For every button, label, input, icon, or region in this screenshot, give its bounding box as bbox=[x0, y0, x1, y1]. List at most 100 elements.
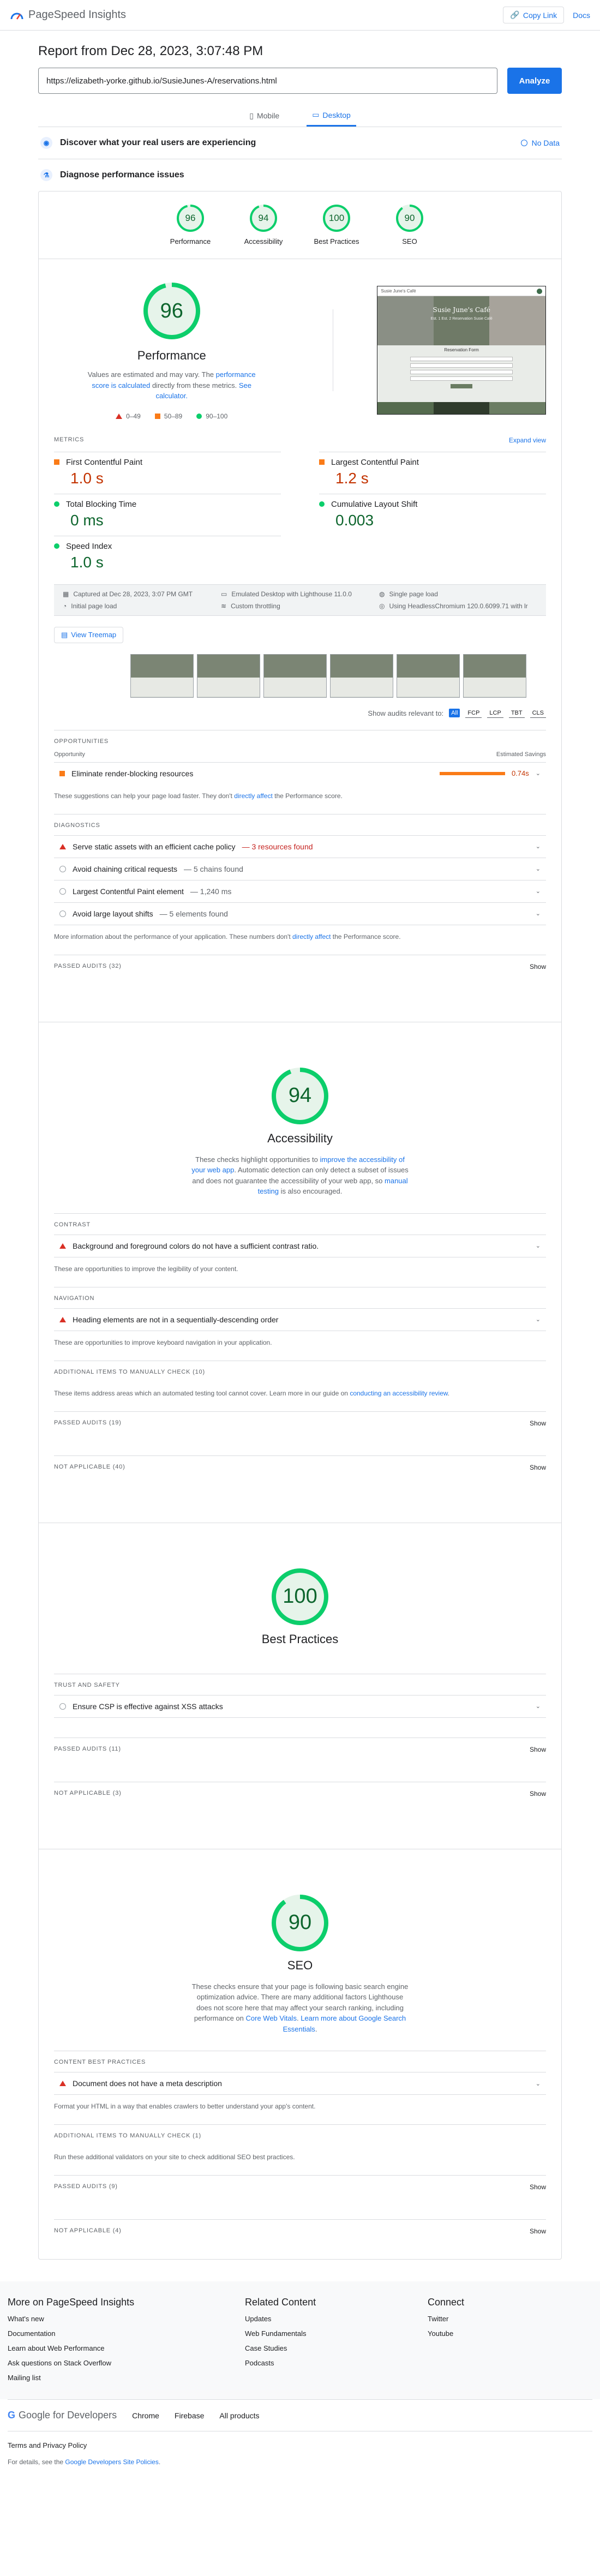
footer-link-web-performance[interactable]: Learn about Web Performance bbox=[8, 2344, 245, 2352]
trust-title: TRUST AND SAFETY bbox=[54, 1673, 546, 1695]
fail-triangle-icon bbox=[59, 1316, 66, 1322]
pass-circle-icon bbox=[319, 501, 325, 507]
tab-desktop[interactable]: ▭ Desktop bbox=[307, 107, 356, 127]
footer-link-twitter[interactable]: Twitter bbox=[428, 2315, 592, 2323]
average-square-icon bbox=[59, 770, 65, 776]
filter-chip-fcp[interactable]: FCP bbox=[465, 709, 482, 718]
env-text: Custom throttling bbox=[231, 602, 280, 610]
filter-chip-cls[interactable]: CLS bbox=[530, 709, 546, 718]
metric-name: First Contentful Paint bbox=[66, 457, 143, 467]
audit-title: Largest Contentful Paint element bbox=[73, 886, 184, 896]
brand[interactable]: PageSpeed Insights bbox=[10, 9, 126, 21]
footer-link-case-studies[interactable]: Case Studies bbox=[245, 2344, 428, 2352]
performance-score-panel: 96 Performance Values are estimated and … bbox=[54, 281, 289, 420]
filter-chip-tbt[interactable]: TBT bbox=[508, 709, 525, 718]
footer-link-updates[interactable]: Updates bbox=[245, 2315, 428, 2323]
product-chrome[interactable]: Chrome bbox=[132, 2411, 159, 2420]
analyze-button[interactable]: Analyze bbox=[507, 68, 562, 94]
info-circle-icon bbox=[59, 865, 66, 872]
footer-link-youtube[interactable]: Youtube bbox=[428, 2329, 592, 2338]
view-treemap-button[interactable]: ▤ View Treemap bbox=[54, 626, 124, 643]
footer-link-web-fundamentals[interactable]: Web Fundamentals bbox=[245, 2329, 428, 2338]
info-circle-icon bbox=[520, 140, 527, 146]
gauge-seo[interactable]: 90 SEO bbox=[385, 203, 434, 245]
filter-chip-all[interactable]: All bbox=[449, 709, 460, 717]
gauge-label: Performance bbox=[170, 237, 211, 245]
navigation-title: NAVIGATION bbox=[54, 1286, 546, 1308]
tab-mobile[interactable]: ▯ Mobile bbox=[244, 107, 285, 127]
search-essentials-link[interactable]: Learn more about Google Search Essential… bbox=[283, 2014, 406, 2033]
footer-link-podcasts[interactable]: Podcasts bbox=[245, 2359, 428, 2367]
gauge-best-practices[interactable]: 100 Best Practices bbox=[312, 203, 361, 245]
note-text-2: the Performance score. bbox=[272, 792, 343, 800]
audit-csp[interactable]: Ensure CSP is effective against XSS atta… bbox=[54, 1694, 546, 1718]
footer-link-whats-new[interactable]: What's new bbox=[8, 2315, 245, 2323]
site-policies-link[interactable]: Google Developers Site Policies bbox=[65, 2458, 158, 2466]
directly-affect-link[interactable]: directly affect bbox=[292, 933, 331, 940]
audit-heading-order[interactable]: Heading elements are not in a sequential… bbox=[54, 1308, 546, 1331]
docs-link[interactable]: Docs bbox=[573, 11, 590, 20]
product-all[interactable]: All products bbox=[219, 2411, 259, 2420]
a11y-passed-audits[interactable]: PASSED AUDITS (19) Show bbox=[54, 1411, 546, 1435]
bp-passed-audits[interactable]: PASSED AUDITS (11) Show bbox=[54, 1737, 546, 1761]
metric-label: Largest Contentful Paint bbox=[319, 458, 546, 467]
google-developers-logo[interactable]: G Google for Developers bbox=[8, 2410, 117, 2421]
gauge-label: SEO bbox=[402, 237, 417, 245]
audit-layout-shifts[interactable]: Avoid large layout shifts — 5 elements f… bbox=[54, 902, 546, 925]
audit-render-blocking[interactable]: Eliminate render-blocking resources 0.74… bbox=[54, 762, 546, 784]
core-web-vitals-link[interactable]: Core Web Vitals bbox=[246, 2014, 297, 2022]
show-button[interactable]: Show bbox=[530, 2183, 546, 2191]
perf-passed-audits[interactable]: PASSED AUDITS (32) Show bbox=[54, 954, 546, 978]
footer-link-documentation[interactable]: Documentation bbox=[8, 2329, 245, 2338]
treemap-label: View Treemap bbox=[71, 631, 117, 639]
gauge-performance[interactable]: 96 Performance bbox=[166, 203, 215, 245]
brand-name: Google for Developers bbox=[19, 2410, 117, 2421]
metric-value: 0.003 bbox=[335, 511, 374, 529]
person-icon: ◍ bbox=[379, 590, 385, 598]
show-button[interactable]: Show bbox=[530, 1790, 546, 1798]
env-text: Emulated Desktop with Lighthouse 11.0.0 bbox=[231, 590, 352, 598]
seo-manual-title[interactable]: ADDITIONAL ITEMS TO MANUALLY CHECK (1) bbox=[54, 2124, 546, 2146]
show-button[interactable]: Show bbox=[530, 1419, 546, 1427]
a11y-not-applicable[interactable]: NOT APPLICABLE (40) Show bbox=[54, 1455, 546, 1479]
footer-link-stack-overflow[interactable]: Ask questions on Stack Overflow bbox=[8, 2359, 245, 2367]
bp-not-applicable[interactable]: NOT APPLICABLE (3) Show bbox=[54, 1781, 546, 1805]
audit-critical-requests[interactable]: Avoid chaining critical requests — 5 cha… bbox=[54, 857, 546, 880]
seo-big-gauge: 90 bbox=[270, 1893, 330, 1953]
directly-affect-link[interactable]: directly affect bbox=[234, 792, 272, 800]
users-icon: ◉ bbox=[40, 137, 52, 149]
product-firebase[interactable]: Firebase bbox=[175, 2411, 204, 2420]
content-title: CONTENT BEST PRACTICES bbox=[54, 2051, 546, 2072]
show-button[interactable]: Show bbox=[530, 1464, 546, 1471]
show-button[interactable]: Show bbox=[530, 2227, 546, 2235]
a11y-review-link[interactable]: conducting an accessibility review bbox=[350, 1389, 447, 1397]
gauge-accessibility[interactable]: 94 Accessibility bbox=[239, 203, 288, 245]
no-data-label: No Data bbox=[531, 139, 560, 147]
fail-triangle-icon bbox=[116, 413, 123, 419]
audit-meta-description[interactable]: Document does not have a meta descriptio… bbox=[54, 2072, 546, 2095]
footer-link-mailing-list[interactable]: Mailing list bbox=[8, 2374, 245, 2382]
legend-average: 50–89 bbox=[154, 412, 183, 420]
seo-not-applicable[interactable]: NOT APPLICABLE (4) Show bbox=[54, 2219, 546, 2243]
audit-cache-policy[interactable]: Serve static assets with an efficient ca… bbox=[54, 835, 546, 858]
na-label: NOT APPLICABLE (4) bbox=[54, 2227, 122, 2234]
footer: More on PageSpeed Insights What's new Do… bbox=[0, 2281, 600, 2399]
env-throttling: ≋ Custom throttling bbox=[221, 602, 379, 610]
audit-lcp-element[interactable]: Largest Contentful Paint element — 1,240… bbox=[54, 879, 546, 902]
seo-passed-audits[interactable]: PASSED AUDITS (9) Show bbox=[54, 2175, 546, 2198]
audit-contrast[interactable]: Background and foreground colors do not … bbox=[54, 1234, 546, 1257]
copy-link-button[interactable]: 🔗 Copy Link bbox=[503, 7, 565, 23]
terms-link[interactable]: Terms and Privacy Policy bbox=[8, 2431, 592, 2449]
legend-average-label: 50–89 bbox=[164, 412, 183, 420]
a11y-manual-title[interactable]: ADDITIONAL ITEMS TO MANUALLY CHECK (10) bbox=[54, 1360, 546, 1382]
metric-name: Total Blocking Time bbox=[66, 499, 137, 509]
filter-chip-lcp[interactable]: LCP bbox=[487, 709, 503, 718]
expand-view-link[interactable]: Expand view bbox=[509, 436, 546, 444]
show-button[interactable]: Show bbox=[530, 1746, 546, 1753]
wifi-icon: ≋ bbox=[221, 602, 227, 610]
diagnostics-title: DIAGNOSTICS bbox=[54, 813, 546, 835]
filmstrip-frame bbox=[463, 654, 526, 698]
note-text: More information about the performance o… bbox=[54, 932, 292, 940]
show-button[interactable]: Show bbox=[530, 963, 546, 971]
url-input[interactable]: https://elizabeth-yorke.github.io/SusieJ… bbox=[38, 68, 497, 94]
